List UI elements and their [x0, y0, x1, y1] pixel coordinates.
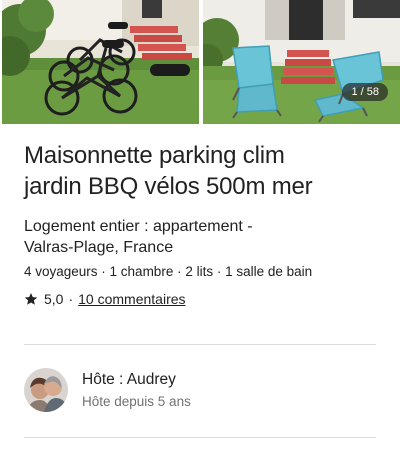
host-avatar-image	[24, 368, 68, 412]
listing-type-line2: Valras-Plage, France	[24, 239, 174, 256]
listing-type-location: Logement entier : appartement - Valras-P…	[24, 216, 376, 258]
rating-row: 5,0 · 10 commentaires	[24, 290, 376, 308]
host-name: Hôte : Audrey	[82, 370, 176, 388]
divider	[24, 437, 376, 438]
star-icon	[24, 293, 38, 305]
bicycles-photo-image	[2, 0, 199, 124]
rating-value: 5,0	[44, 291, 64, 307]
divider	[24, 344, 376, 345]
listing-photo-deck-chairs[interactable]: 1 / 58	[203, 0, 400, 124]
host-info: Hôte : Audrey Hôte depuis 5 ans	[82, 370, 191, 411]
host-since: Hôte depuis 5 ans	[82, 393, 191, 409]
listing-title: Maisonnette parking clim jardin BBQ vélo…	[24, 140, 376, 202]
photo-gallery[interactable]: 1 / 58	[0, 0, 400, 126]
deck-chairs-photo-image	[203, 0, 400, 124]
rating-separator: ·	[68, 291, 74, 307]
host-section[interactable]: Hôte : Audrey Hôte depuis 5 ans	[24, 368, 191, 412]
host-avatar[interactable]	[24, 368, 68, 412]
listing-photo-bicycles[interactable]	[2, 0, 199, 124]
listing-type-line1: Logement entier : appartement -	[24, 218, 253, 235]
listing-summary: Maisonnette parking clim jardin BBQ vélo…	[24, 140, 376, 308]
listing-title-line1: Maisonnette parking clim	[24, 142, 285, 169]
listing-details: 4 voyageurs · 1 chambre · 2 lits · 1 sal…	[24, 264, 313, 279]
listing-title-line2: jardin BBQ vélos 500m mer	[24, 173, 313, 200]
photo-counter: 1 / 58	[342, 83, 388, 101]
reviews-link[interactable]: 10 commentaires	[78, 290, 185, 308]
